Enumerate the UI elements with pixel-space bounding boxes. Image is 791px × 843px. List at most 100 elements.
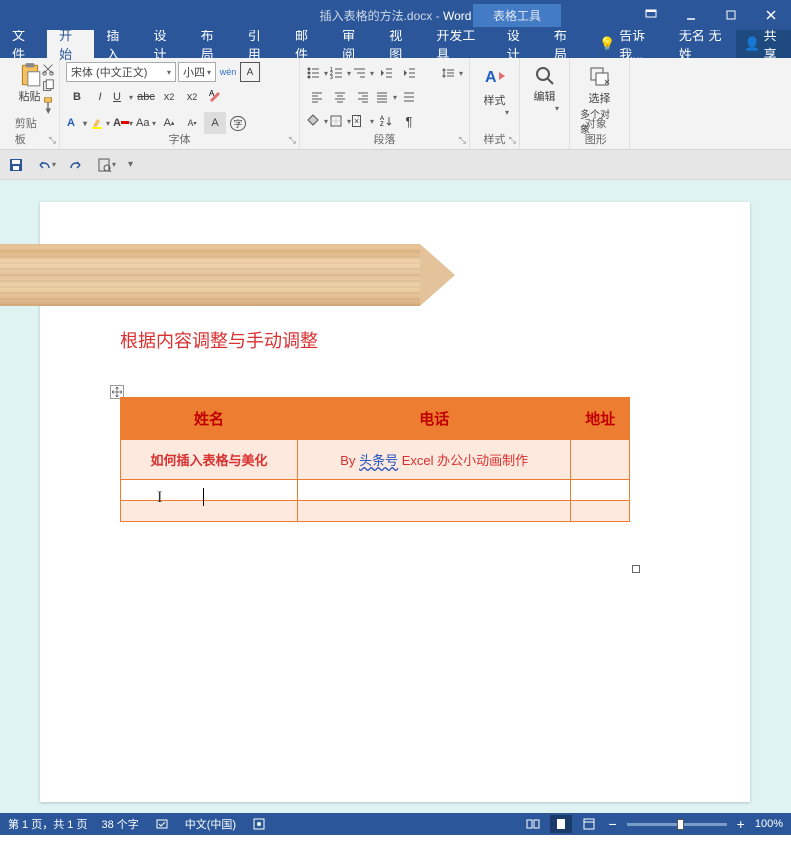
zoom-slider[interactable] (627, 823, 727, 826)
font-name-select[interactable]: 宋体 (中文正文)▾ (66, 62, 176, 82)
zoom-out-button[interactable]: − (606, 814, 618, 834)
bullets-button[interactable]: ▾ (306, 62, 328, 84)
change-case-button[interactable]: Aa▾ (135, 112, 157, 134)
styles-launcher-icon[interactable]: ⤡ (509, 135, 516, 146)
tab-developer[interactable]: 开发工具 (424, 30, 494, 58)
cell[interactable]: By 头条号 Excel 办公小动画制作 (298, 440, 571, 480)
close-icon[interactable] (751, 3, 791, 27)
format-painter-icon[interactable] (41, 96, 55, 110)
zoom-in-button[interactable]: + (735, 814, 747, 834)
tab-references[interactable]: 引用 (236, 30, 283, 58)
web-layout-icon[interactable] (580, 815, 598, 833)
borders-button[interactable]: ▾ (329, 110, 351, 132)
share-button[interactable]: 👤 共享 (736, 30, 791, 58)
font-color-button[interactable]: A▾ (112, 112, 134, 134)
clear-formatting-button[interactable]: A (204, 86, 226, 108)
tab-review[interactable]: 审阅 (330, 30, 377, 58)
font-size-select[interactable]: 小四▾ (178, 62, 216, 82)
spellcheck-icon[interactable] (153, 815, 171, 833)
zoom-thumb[interactable] (677, 819, 684, 830)
underline-button[interactable]: U▾ (112, 86, 134, 108)
char-shading-button[interactable]: A (204, 112, 226, 134)
align-left-button[interactable] (306, 86, 328, 108)
ribbon-options-icon[interactable] (631, 3, 671, 27)
distribute-button[interactable] (398, 86, 420, 108)
th-name[interactable]: 姓名 (121, 398, 298, 440)
bold-button[interactable]: B (66, 86, 88, 108)
tab-insert[interactable]: 插入 (94, 30, 141, 58)
copy-icon[interactable] (41, 79, 55, 93)
svg-text:3: 3 (330, 75, 333, 80)
cell-active[interactable]: I (121, 480, 298, 501)
font-launcher-icon[interactable]: ⤡ (289, 135, 296, 146)
cell[interactable] (298, 501, 571, 522)
highlight-button[interactable]: ▾ (89, 112, 111, 134)
align-center-button[interactable] (329, 86, 351, 108)
macro-record-icon[interactable] (250, 815, 268, 833)
undo-button[interactable]: ▾ (36, 157, 56, 173)
language-indicator[interactable]: 中文(中国) (185, 816, 236, 832)
tab-table-design[interactable]: 设计 (495, 30, 542, 58)
cell[interactable] (571, 480, 630, 501)
th-phone[interactable]: 电话 (298, 398, 571, 440)
table-resize-handle[interactable] (632, 565, 640, 573)
qat-customize-button[interactable]: ▾ (128, 159, 133, 170)
wood-shape[interactable] (0, 244, 420, 306)
cell[interactable] (121, 501, 298, 522)
enclose-char-button[interactable]: 字 (227, 112, 249, 134)
cell[interactable] (298, 480, 571, 501)
italic-button[interactable]: I (89, 86, 111, 108)
tab-design[interactable]: 设计 (141, 30, 188, 58)
tab-table-layout[interactable]: 布局 (542, 30, 589, 58)
line-spacing-button[interactable]: ▾ (441, 62, 463, 84)
read-mode-icon[interactable] (524, 815, 542, 833)
show-marks-button[interactable]: ¶ (398, 110, 420, 132)
minimize-icon[interactable] (671, 3, 711, 27)
superscript-button[interactable]: x2 (181, 86, 203, 108)
multilevel-list-button[interactable]: ▾ (352, 62, 374, 84)
svg-text:Z: Z (380, 122, 384, 128)
word-count[interactable]: 38 个字 (101, 816, 138, 832)
numbering-button[interactable]: 123▾ (329, 62, 351, 84)
tab-home[interactable]: 开始 (47, 30, 94, 58)
title-bar: 插入表格的方法.docx - Word 表格工具 (0, 0, 791, 30)
cell[interactable]: 如何插入表格与美化 (121, 440, 298, 480)
table-row: I (121, 480, 630, 501)
decrease-indent-button[interactable] (375, 62, 397, 84)
styles-button[interactable]: A 样式 ▾ (476, 60, 513, 121)
sort-button[interactable]: AZ (375, 110, 397, 132)
align-right-button[interactable] (352, 86, 374, 108)
shading-button[interactable]: ▾ (306, 110, 328, 132)
group-font: 宋体 (中文正文)▾ 小四▾ wén A B I U▾ abc x2 x2 A … (60, 58, 300, 149)
justify-button[interactable]: ▾ (375, 86, 397, 108)
text-effects-button[interactable]: A▾ (66, 112, 88, 134)
page-indicator[interactable]: 第 1 页，共 1 页 (8, 816, 87, 832)
paragraph-launcher-icon[interactable]: ⤡ (459, 135, 466, 146)
print-preview-button[interactable]: ▾ (96, 157, 116, 173)
maximize-icon[interactable] (711, 3, 751, 27)
character-border-button[interactable]: A (240, 62, 260, 82)
document-table[interactable]: 姓名 电话 地址 如何插入表格与美化 By 头条号 Excel 办公小动画制作 … (120, 397, 630, 522)
subscript-button[interactable]: x2 (158, 86, 180, 108)
tab-view[interactable]: 视图 (377, 30, 424, 58)
tab-file[interactable]: 文件 (0, 30, 47, 58)
save-button[interactable] (8, 157, 24, 173)
print-layout-icon[interactable] (550, 815, 572, 833)
cut-icon[interactable] (41, 62, 55, 76)
cell[interactable] (571, 501, 630, 522)
th-address[interactable]: 地址 (571, 398, 630, 440)
user-login[interactable]: 无名 无姓 (669, 25, 737, 63)
cell[interactable] (571, 440, 630, 480)
increase-indent-button[interactable] (398, 62, 420, 84)
document-area[interactable]: 根据内容调整与手动调整 姓名 电话 地址 如何插入表格与美化 By 头条号 Ex… (0, 180, 791, 813)
clipboard-launcher-icon[interactable]: ⤡ (49, 135, 56, 146)
asian-layout-button[interactable]: ×́▾ (352, 110, 374, 132)
heading-text[interactable]: 根据内容调整与手动调整 (120, 327, 318, 353)
zoom-level[interactable]: 100% (755, 818, 783, 830)
tab-layout[interactable]: 布局 (189, 30, 236, 58)
phonetic-guide-button[interactable]: wén (218, 62, 238, 82)
tab-mailings[interactable]: 邮件 (283, 30, 330, 58)
strikethrough-button[interactable]: abc (135, 86, 157, 108)
redo-button[interactable] (68, 157, 84, 173)
editing-button[interactable]: 编辑 ▾ (526, 60, 563, 117)
